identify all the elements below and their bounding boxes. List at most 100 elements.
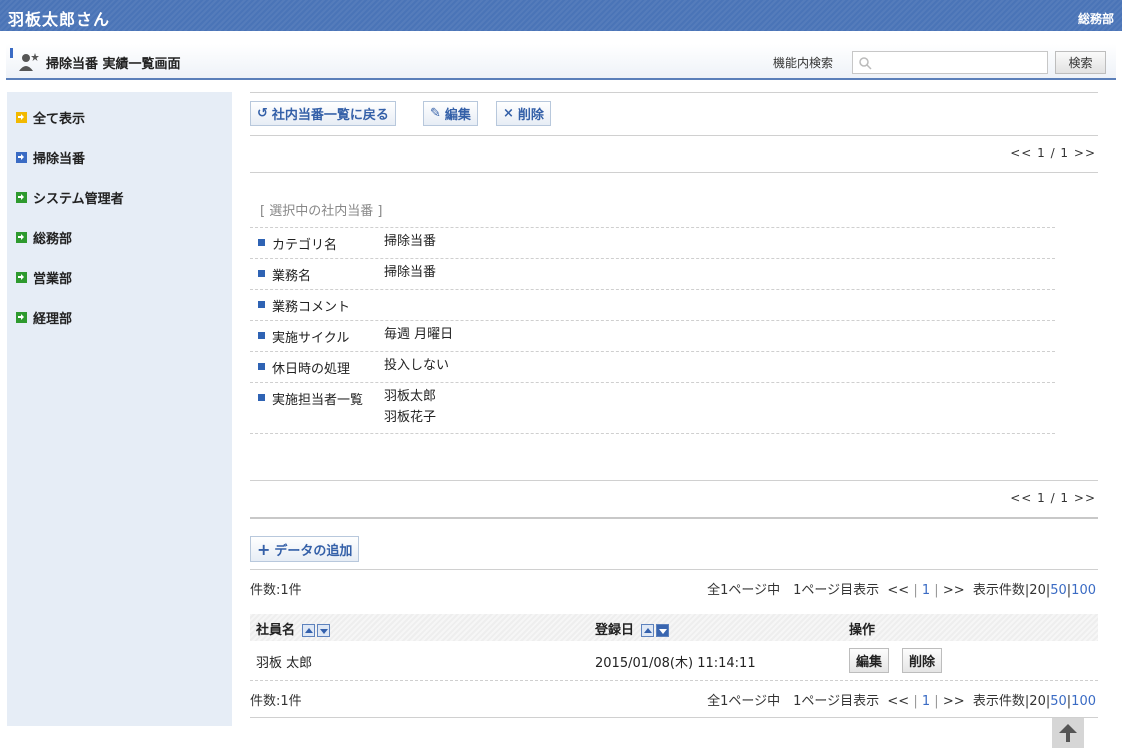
plus-icon: + xyxy=(257,539,271,559)
sidebar-item-general-affairs[interactable]: 総務部 xyxy=(16,228,73,247)
sidebar: 全て表示 掃除当番 システム管理者 総務部 営業部 経理部 xyxy=(7,92,232,726)
info-value: 投入しない xyxy=(384,358,450,373)
info-key: 休日時の処理 xyxy=(272,362,351,377)
search-button[interactable]: 検索 xyxy=(1055,51,1106,74)
title-accent-mark xyxy=(10,48,13,58)
sidebar-item-label: 経理部 xyxy=(33,311,73,327)
scroll-to-top-button[interactable] xyxy=(1052,718,1084,748)
sidebar-item-cleaning[interactable]: 掃除当番 xyxy=(16,148,85,167)
divider xyxy=(250,717,1098,718)
next-page-link[interactable]: >> xyxy=(943,694,965,709)
search-box[interactable] xyxy=(852,51,1048,74)
info-value: 掃除当番 xyxy=(384,265,437,280)
search-icon xyxy=(859,57,872,70)
arrow-right-icon xyxy=(16,191,27,203)
record-count: 件数:1件 xyxy=(250,694,302,709)
sort-desc-icon[interactable] xyxy=(655,624,669,637)
bullet-icon xyxy=(258,332,265,339)
per-page-50[interactable]: 50 xyxy=(1050,583,1067,598)
bullet-icon xyxy=(258,301,265,308)
department-name: 総務部 xyxy=(1077,12,1114,26)
user-name: 羽板太郎さん xyxy=(8,10,111,29)
page-title: 掃除当番 実績一覧画面 xyxy=(46,57,181,72)
undo-icon: ↺ xyxy=(257,106,268,121)
sort-asc-icon[interactable] xyxy=(640,624,654,637)
per-page-100[interactable]: 100 xyxy=(1071,694,1096,709)
info-value: 掃除当番 xyxy=(384,234,437,249)
info-row-comment: 業務コメント xyxy=(250,290,1055,321)
selected-section-title: [ 選択中の社内当番 ] xyxy=(260,204,383,219)
column-label: 登録日 xyxy=(595,623,635,638)
sidebar-item-label: 総務部 xyxy=(33,231,73,247)
column-header-employee: 社員名 xyxy=(256,619,330,638)
sidebar-item-system-admin[interactable]: システム管理者 xyxy=(16,188,124,207)
current-page[interactable]: 1 xyxy=(922,694,930,709)
info-row-task-name: 業務名 掃除当番 xyxy=(250,259,1055,290)
divider xyxy=(250,135,1098,136)
current-page[interactable]: 1 xyxy=(922,583,930,598)
sort-desc-icon[interactable] xyxy=(316,624,330,637)
info-key: 実施担当者一覧 xyxy=(272,393,364,408)
divider xyxy=(250,517,1098,519)
divider xyxy=(250,92,1098,93)
sidebar-item-all[interactable]: 全て表示 xyxy=(16,108,86,127)
info-key: 業務名 xyxy=(272,269,312,284)
per-page-label: 表示件数 xyxy=(972,694,1025,709)
search-input[interactable] xyxy=(877,54,1043,71)
next-page-link[interactable]: >> xyxy=(943,583,965,598)
bullet-icon xyxy=(258,394,265,401)
sidebar-item-label: 営業部 xyxy=(33,271,73,287)
per-page-50[interactable]: 50 xyxy=(1050,694,1067,709)
record-count: 件数:1件 xyxy=(250,583,302,598)
row-edit-button[interactable]: 編集 xyxy=(849,648,890,673)
page-summary: 全1ページ中 1ページ目表示 xyxy=(707,583,880,598)
bullet-icon xyxy=(258,363,265,370)
sidebar-item-label: 全て表示 xyxy=(33,111,86,127)
per-page-20[interactable]: 20 xyxy=(1029,583,1046,598)
assignee-name: 羽板花子 xyxy=(384,410,437,425)
pager-top[interactable]: << 1 / 1 >> xyxy=(1010,146,1096,160)
sidebar-item-label: システム管理者 xyxy=(33,191,124,207)
list-pagination-bottom: 全1ページ中 1ページ目表示 << | 1 | >> 表示件数|20|50|10… xyxy=(707,694,1096,709)
arrow-up-icon xyxy=(1059,724,1077,742)
divider xyxy=(250,480,1098,481)
arrow-right-icon xyxy=(16,311,27,323)
sidebar-item-accounting[interactable]: 経理部 xyxy=(16,308,73,327)
bullet-icon xyxy=(258,270,265,277)
arrow-right-icon xyxy=(16,111,27,123)
info-key: 業務コメント xyxy=(272,300,351,315)
delete-button-label: 削除 xyxy=(517,108,544,123)
assignee-name: 羽板太郎 xyxy=(384,389,437,404)
page-summary: 全1ページ中 1ページ目表示 xyxy=(707,694,880,709)
arrow-right-icon xyxy=(16,271,27,283)
top-header: 羽板太郎さん 総務部 xyxy=(0,0,1122,31)
edit-button[interactable]: ✎ 編集 xyxy=(423,101,478,126)
divider xyxy=(250,569,1098,570)
per-page-100[interactable]: 100 xyxy=(1071,583,1096,598)
add-data-label: データの追加 xyxy=(274,543,353,559)
sort-asc-icon[interactable] xyxy=(301,624,315,637)
table-header: 社員名 登録日 操作 xyxy=(250,614,1098,641)
arrow-right-icon xyxy=(16,231,27,243)
info-key: 実施サイクル xyxy=(272,331,350,346)
sidebar-item-sales[interactable]: 営業部 xyxy=(16,268,73,287)
pager-bottom[interactable]: << 1 / 1 >> xyxy=(1010,491,1096,505)
delete-button[interactable]: × 削除 xyxy=(496,101,551,126)
per-page-label: 表示件数 xyxy=(972,583,1025,598)
prev-page-link[interactable]: << xyxy=(887,694,909,709)
bullet-icon xyxy=(258,239,265,246)
arrow-right-icon xyxy=(16,151,27,163)
back-to-list-button[interactable]: ↺ 社内当番一覧に戻る xyxy=(250,101,396,126)
column-header-actions: 操作 xyxy=(849,623,876,638)
add-data-button[interactable]: + データの追加 xyxy=(250,536,360,562)
registration-date: 2015/01/08(木) 11:14:11 xyxy=(595,656,756,671)
row-delete-button[interactable]: 削除 xyxy=(902,648,943,673)
per-page-20[interactable]: 20 xyxy=(1029,694,1046,709)
column-label: 社員名 xyxy=(256,623,296,638)
info-key: カテゴリ名 xyxy=(272,238,338,253)
info-row-holiday: 休日時の処理 投入しない xyxy=(250,352,1055,383)
info-row-category: カテゴリ名 掃除当番 xyxy=(250,228,1055,259)
prev-page-link[interactable]: << xyxy=(887,583,909,598)
pencil-icon: ✎ xyxy=(430,106,441,121)
edit-button-label: 編集 xyxy=(444,108,471,123)
